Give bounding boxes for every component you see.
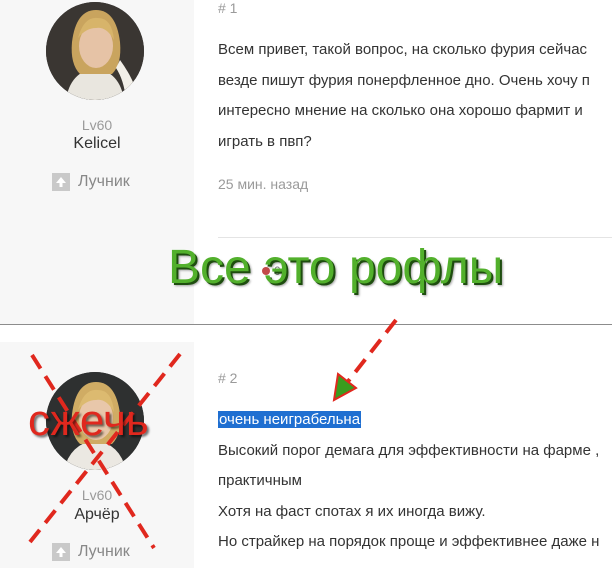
post-2: Lv60 Арчёр Лучник # 2 очень неиграбельна…: [0, 342, 612, 568]
post-text-line: интересно мнение на сколько она хорошо ф…: [218, 102, 583, 119]
author-level: Lv60: [81, 487, 113, 503]
post-divider: [0, 324, 612, 325]
annotation-burn: сжечь: [28, 396, 149, 445]
author-panel: Lv60 Арчёр Лучник: [0, 342, 194, 568]
post-text-line: играть в пвп?: [218, 133, 312, 150]
post-number[interactable]: # 1: [218, 0, 237, 16]
post-text-highlighted: очень неиграбельна: [218, 411, 362, 428]
post-number[interactable]: # 2: [218, 370, 237, 386]
avatar[interactable]: [46, 2, 144, 100]
author-nickname[interactable]: Арчёр: [0, 506, 194, 524]
selected-text: очень неиграбельна: [218, 411, 362, 428]
author-nickname[interactable]: Kelicel: [0, 135, 194, 153]
post-text-line: Но страйкер на порядок проще и эффективн…: [218, 533, 600, 550]
arrow-up-icon: [52, 543, 70, 561]
post-text-line: Всем привет, такой вопрос, на сколько фу…: [218, 41, 588, 58]
author-panel: Lv60 Kelicel Лучник: [0, 0, 194, 324]
author-level: Lv60: [81, 117, 113, 133]
annotation-caption: Все это рофлы: [168, 241, 504, 294]
arrow-up-icon: [52, 173, 70, 191]
post-text-line: Хотя на фаст спотах я их иногда вижу.: [218, 503, 486, 520]
post-text-line: везде пишут фурия понерфленное дно. Очен…: [218, 72, 590, 89]
author-class-label: Лучник: [78, 543, 130, 560]
post-timestamp[interactable]: 25 мин. назад: [218, 176, 308, 192]
author-class: Лучник: [52, 542, 130, 562]
author-class-label: Лучник: [78, 173, 130, 190]
post-footer-divider: [218, 237, 612, 238]
author-class: Лучник: [52, 172, 130, 192]
post-text-line: практичным: [218, 472, 302, 489]
post-text-line: Высокий порог демага для эффективности н…: [218, 442, 600, 459]
